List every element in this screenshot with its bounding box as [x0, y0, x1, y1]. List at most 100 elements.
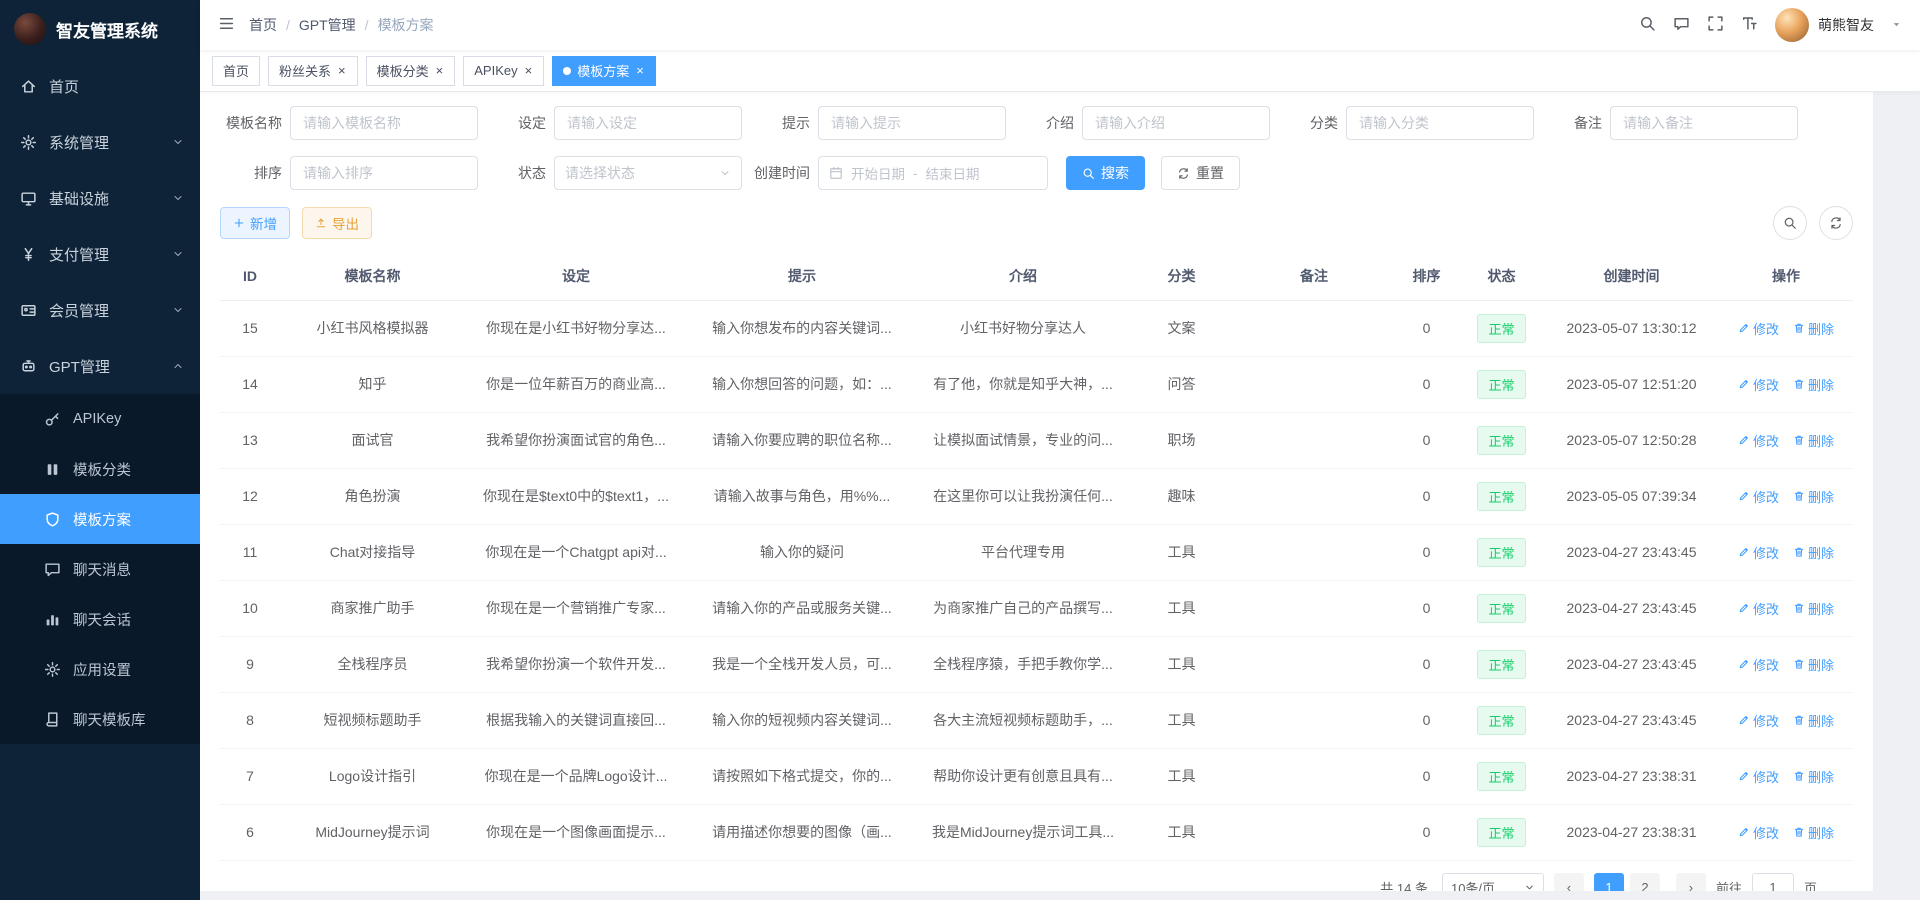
- close-icon[interactable]: ×: [435, 64, 445, 77]
- edit-label: 修改: [1753, 319, 1779, 338]
- edit-link[interactable]: 修改: [1738, 823, 1779, 842]
- font-size-icon[interactable]: [1741, 15, 1758, 35]
- delete-icon: [1793, 490, 1805, 502]
- sidebar-item-label: 模板分类: [73, 459, 131, 480]
- edit-link[interactable]: 修改: [1738, 655, 1779, 674]
- next-page-button[interactable]: ›: [1676, 873, 1706, 892]
- status-select[interactable]: 请选择状态: [554, 156, 742, 190]
- sidebar-item-apikey[interactable]: APIKey: [0, 394, 200, 444]
- setting-input[interactable]: [554, 106, 742, 140]
- refresh-table-button[interactable]: [1819, 206, 1853, 240]
- delete-link[interactable]: 删除: [1793, 711, 1834, 730]
- sidebar-item-chat-template-lib[interactable]: 聊天模板库: [0, 694, 200, 744]
- delete-label: 删除: [1808, 767, 1834, 786]
- edit-link[interactable]: 修改: [1738, 319, 1779, 338]
- intro-input[interactable]: [1082, 106, 1270, 140]
- export-button[interactable]: 导出: [302, 207, 372, 239]
- prompt-input[interactable]: [818, 106, 1006, 140]
- sidebar-item-infrastructure[interactable]: 基础设施: [0, 170, 200, 226]
- edit-link[interactable]: 修改: [1738, 543, 1779, 562]
- chevron-down-icon: [172, 192, 184, 204]
- cell-intro: 为商家推广自己的产品撰写...: [917, 580, 1129, 636]
- tab-label: APIKey: [474, 63, 517, 78]
- delete-label: 删除: [1808, 711, 1834, 730]
- page-button-1[interactable]: 1: [1594, 873, 1624, 892]
- cell-actions: 修改删除: [1719, 636, 1853, 692]
- end-date-placeholder: 结束日期: [926, 163, 980, 183]
- sidebar-item-gpt[interactable]: GPT管理: [0, 338, 200, 394]
- sidebar-item-member[interactable]: 会员管理: [0, 282, 200, 338]
- delete-link[interactable]: 删除: [1793, 319, 1834, 338]
- cell-category: 工具: [1129, 804, 1234, 860]
- close-icon[interactable]: ×: [524, 64, 534, 77]
- tab-template-plan[interactable]: 模板方案×: [552, 56, 656, 86]
- edit-link[interactable]: 修改: [1738, 711, 1779, 730]
- goto-page-input[interactable]: [1752, 873, 1794, 892]
- delete-link[interactable]: 删除: [1793, 599, 1834, 618]
- remark-input[interactable]: [1610, 106, 1798, 140]
- status-badge: 正常: [1477, 482, 1525, 511]
- sidebar-item-payment[interactable]: 支付管理: [0, 226, 200, 282]
- user-name[interactable]: 萌熊智友: [1818, 15, 1874, 35]
- cell-created: 2023-04-27 23:38:31: [1544, 804, 1719, 860]
- cell-status: 正常: [1459, 636, 1544, 692]
- search-button[interactable]: 搜索: [1066, 156, 1145, 190]
- date-range-picker[interactable]: 开始日期 - 结束日期: [818, 156, 1048, 190]
- delete-icon: [1793, 434, 1805, 446]
- tab-apikey[interactable]: APIKey ×: [463, 56, 544, 86]
- chevron-down-icon[interactable]: [1891, 17, 1902, 33]
- sidebar-item-system[interactable]: 系统管理: [0, 114, 200, 170]
- delete-link[interactable]: 删除: [1793, 655, 1834, 674]
- logo[interactable]: 智友管理系统: [0, 0, 200, 58]
- breadcrumb-gpt[interactable]: GPT管理: [299, 15, 356, 35]
- tab-home[interactable]: 首页: [212, 56, 260, 86]
- sidebar-item-template-plan[interactable]: 模板方案: [0, 494, 200, 544]
- message-icon[interactable]: [1673, 15, 1690, 35]
- edit-link[interactable]: 修改: [1738, 487, 1779, 506]
- cell-status: 正常: [1459, 580, 1544, 636]
- edit-link[interactable]: 修改: [1738, 375, 1779, 394]
- sidebar-toggle-icon[interactable]: [218, 15, 235, 35]
- delete-link[interactable]: 删除: [1793, 767, 1834, 786]
- prev-page-button[interactable]: ‹: [1554, 873, 1584, 892]
- tab-template-category[interactable]: 模板分类×: [366, 56, 456, 86]
- breadcrumb-separator: /: [365, 17, 369, 33]
- avatar[interactable]: [1775, 8, 1809, 42]
- cell-prompt: 我是一个全栈开发人员，可...: [687, 636, 917, 692]
- template-name-input[interactable]: [290, 106, 478, 140]
- edit-link[interactable]: 修改: [1738, 599, 1779, 618]
- cell-intro: 小红书好物分享达人: [917, 300, 1129, 356]
- delete-link[interactable]: 删除: [1793, 431, 1834, 450]
- sidebar-item-app-settings[interactable]: 应用设置: [0, 644, 200, 694]
- fullscreen-icon[interactable]: [1707, 15, 1724, 35]
- cell-intro: 在这里你可以让我扮演任何...: [917, 468, 1129, 524]
- sidebar-item-chat-session[interactable]: 聊天会话: [0, 594, 200, 644]
- page-button-2[interactable]: 2: [1630, 873, 1660, 892]
- delete-link[interactable]: 删除: [1793, 487, 1834, 506]
- sort-input[interactable]: [290, 156, 478, 190]
- delete-link[interactable]: 删除: [1793, 375, 1834, 394]
- category-input[interactable]: [1346, 106, 1534, 140]
- tab-fans-relation[interactable]: 粉丝关系×: [268, 56, 358, 86]
- reset-button[interactable]: 重置: [1161, 156, 1240, 190]
- cell-name: 角色扮演: [280, 468, 465, 524]
- edit-link[interactable]: 修改: [1738, 767, 1779, 786]
- close-icon[interactable]: ×: [337, 64, 347, 77]
- edit-link[interactable]: 修改: [1738, 431, 1779, 450]
- sidebar-item-template-category[interactable]: 模板分类: [0, 444, 200, 494]
- chevron-up-icon: [172, 360, 184, 372]
- cell-actions: 修改 删除: [1719, 692, 1853, 748]
- toggle-search-button[interactable]: [1773, 206, 1807, 240]
- search-icon[interactable]: [1639, 15, 1656, 35]
- delete-link[interactable]: 删除: [1793, 823, 1834, 842]
- delete-link[interactable]: 删除: [1793, 543, 1834, 562]
- page-size-select[interactable]: 10条/页: [1442, 873, 1544, 892]
- cell-intro: 平台代理专用: [917, 524, 1129, 580]
- breadcrumb-home[interactable]: 首页: [249, 15, 277, 35]
- cell-sort: 0: [1394, 748, 1459, 804]
- sidebar-item-chat-message[interactable]: 聊天消息: [0, 544, 200, 594]
- sidebar-item-home[interactable]: 首页: [0, 58, 200, 114]
- close-icon[interactable]: ×: [635, 64, 645, 77]
- add-button[interactable]: 新增: [220, 207, 290, 239]
- cell-name: 知乎: [280, 356, 465, 412]
